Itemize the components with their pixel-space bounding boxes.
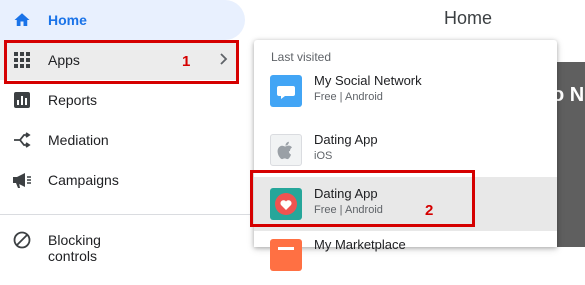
- app-platform: Free | Android: [314, 91, 383, 103]
- app-item-my-marketplace[interactable]: My Marketplace: [254, 231, 557, 285]
- app-name: Dating App: [314, 132, 378, 147]
- megaphone-icon: [12, 170, 32, 190]
- app-name: My Social Network: [314, 73, 422, 88]
- annotation-number-2: 2: [425, 202, 434, 219]
- home-icon: [12, 10, 32, 30]
- chat-bubble-icon: [270, 75, 302, 107]
- app-item-my-social-network[interactable]: My Social Network Free | Android: [254, 64, 557, 118]
- sidebar-item-home[interactable]: Home: [0, 0, 245, 40]
- sidebar-item-label: Blocking controls: [48, 232, 101, 264]
- app-name: My Marketplace: [314, 237, 406, 252]
- sidebar: Home Apps Reports Mediation Campaigns Bl…: [0, 0, 250, 264]
- sidebar-item-label: Home: [48, 12, 87, 28]
- block-icon: [12, 230, 32, 250]
- mediation-icon: [12, 130, 32, 150]
- apple-icon: [270, 134, 302, 166]
- sidebar-item-label: Campaigns: [48, 172, 119, 188]
- sidebar-item-label: Reports: [48, 92, 98, 108]
- sidebar-item-label: Mediation: [48, 132, 109, 148]
- reports-icon: [12, 90, 32, 110]
- app-platform: iOS: [314, 150, 333, 162]
- annotation-box-2: [250, 170, 475, 227]
- rss-icon: [270, 239, 302, 271]
- annotation-number-1: 1: [182, 53, 191, 70]
- app-item-dating-app-ios[interactable]: Dating App iOS: [254, 123, 557, 177]
- page-title: Home: [444, 8, 493, 28]
- menu-section-header: Last visited: [271, 50, 332, 64]
- sidebar-divider: [0, 214, 250, 215]
- annotation-box-1: [4, 40, 239, 84]
